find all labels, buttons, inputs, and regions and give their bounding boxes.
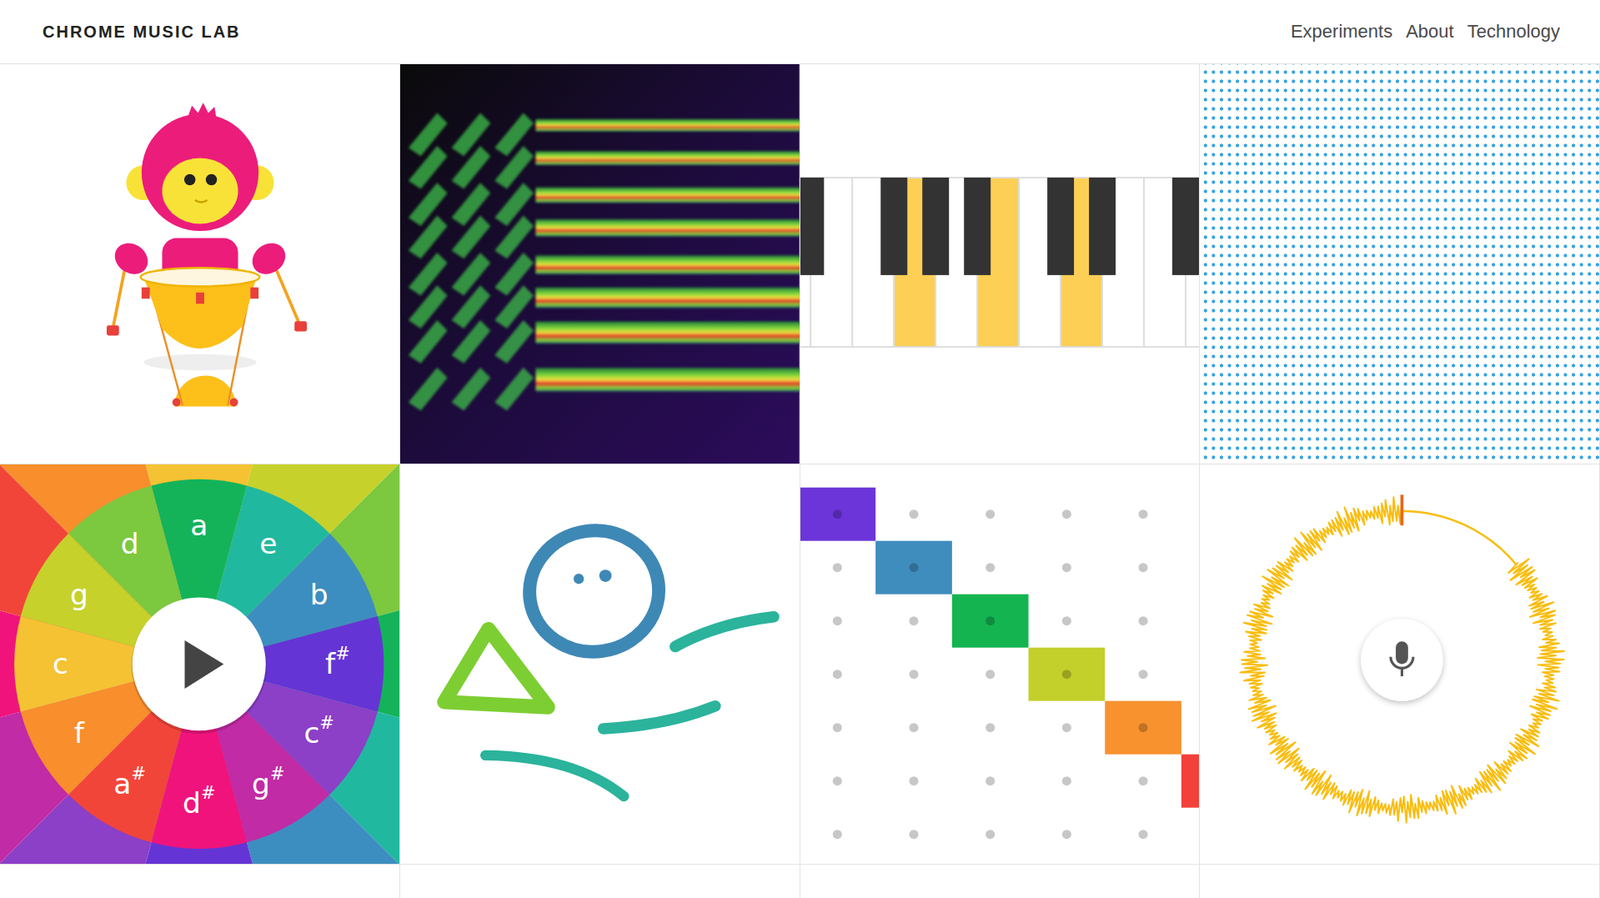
grid-dot[interactable] xyxy=(908,669,918,679)
monkey-drummer-icon xyxy=(0,64,400,464)
grid-dot[interactable] xyxy=(1138,829,1148,839)
grid-dot[interactable] xyxy=(832,562,842,572)
grid-dot[interactable] xyxy=(1138,722,1148,733)
experiment-tile[interactable] xyxy=(800,864,1201,898)
grid-dot[interactable] xyxy=(1061,669,1071,679)
grid-dot[interactable] xyxy=(832,776,842,786)
grid-dot[interactable] xyxy=(985,669,995,679)
arpeggios-tile[interactable]: a eb f# c# g# d# a# f c gd xyxy=(0,464,401,865)
chords-tile[interactable] xyxy=(800,64,1201,465)
chord-label[interactable]: f xyxy=(74,716,86,750)
grid-dot[interactable] xyxy=(832,829,842,839)
experiment-tile[interactable] xyxy=(1199,864,1600,898)
grid-dot[interactable] xyxy=(985,616,995,626)
chord-label[interactable]: a xyxy=(190,508,208,542)
grid-dot[interactable] xyxy=(1138,562,1148,572)
grid-dot[interactable] xyxy=(1061,829,1071,839)
kandinsky-drawing-icon xyxy=(400,464,800,864)
grid-dot[interactable] xyxy=(1061,509,1071,519)
grid-dot[interactable] xyxy=(1138,776,1148,786)
piano-black-key[interactable] xyxy=(1088,177,1116,276)
melody-note[interactable] xyxy=(1028,647,1105,701)
melody-maker-tile[interactable] xyxy=(800,464,1201,865)
chord-label[interactable]: e xyxy=(259,526,277,561)
grid-dot[interactable] xyxy=(1138,509,1148,519)
sound-waves-tile[interactable] xyxy=(1199,64,1600,465)
chord-label[interactable]: a# xyxy=(113,763,146,801)
play-icon[interactable] xyxy=(185,640,225,689)
grid-dot[interactable] xyxy=(908,722,918,733)
grid-dot[interactable] xyxy=(908,776,918,786)
grid-dot[interactable] xyxy=(985,562,995,572)
chord-wheel: a eb f# c# g# d# a# f c gd xyxy=(0,464,400,864)
melody-note[interactable] xyxy=(800,486,876,541)
melody-note[interactable] xyxy=(1180,753,1199,808)
voice-waveform xyxy=(1199,464,1600,864)
kandinsky-tile[interactable] xyxy=(400,464,801,865)
grid-dot[interactable] xyxy=(985,722,995,733)
chord-label[interactable]: f# xyxy=(325,643,351,681)
grid-dot[interactable] xyxy=(985,776,995,786)
microphone-icon[interactable] xyxy=(1390,641,1414,677)
grid-dot[interactable] xyxy=(1061,776,1071,786)
page: CHROME MUSIC LAB Experiments About Technolo… xyxy=(0,0,1600,898)
grid-dot[interactable] xyxy=(1138,669,1148,679)
rhythm-tile[interactable] xyxy=(0,64,401,465)
experiment-tile[interactable] xyxy=(0,864,401,898)
header: CHROME MUSIC LAB Experiments About Technolo… xyxy=(0,0,1600,65)
nav-link[interactable]: About xyxy=(1405,20,1455,43)
piano-black-key[interactable] xyxy=(963,177,991,276)
piano-black-key[interactable] xyxy=(880,177,908,276)
voice-spinner-tile[interactable] xyxy=(1199,464,1600,865)
melody-grid xyxy=(800,464,1200,864)
chord-label[interactable]: c# xyxy=(303,712,334,750)
spectrogram-tile[interactable] xyxy=(400,64,801,465)
nav: Experiments About Technology xyxy=(1290,20,1560,43)
melody-note[interactable] xyxy=(1104,700,1182,754)
spectrogram-icon xyxy=(400,64,800,464)
chord-label[interactable]: g# xyxy=(251,763,285,801)
grid-dot[interactable] xyxy=(985,829,995,839)
melody-note[interactable] xyxy=(875,540,953,594)
grid-dot[interactable] xyxy=(832,509,842,519)
experiment-tile[interactable] xyxy=(400,864,801,898)
experiment-grid: a eb f# c# g# d# a# f c gd xyxy=(0,64,1600,898)
playhead xyxy=(1400,494,1405,526)
grid-dot[interactable] xyxy=(1061,616,1071,626)
grid-dot[interactable] xyxy=(908,616,918,626)
grid-dot[interactable] xyxy=(985,509,995,519)
play-button[interactable] xyxy=(132,596,266,731)
chord-label[interactable]: b xyxy=(310,577,329,612)
grid-dot[interactable] xyxy=(1138,616,1148,626)
piano-black-key[interactable] xyxy=(800,177,824,276)
grid-dot[interactable] xyxy=(908,829,918,839)
grid-dot[interactable] xyxy=(832,722,842,733)
piano-black-key[interactable] xyxy=(1172,177,1199,276)
chord-label[interactable]: d# xyxy=(182,782,216,819)
grid-dot[interactable] xyxy=(832,669,842,679)
grid-dot[interactable] xyxy=(908,562,918,572)
piano-black-key[interactable] xyxy=(1047,177,1074,276)
chord-label[interactable]: d xyxy=(120,526,140,561)
piano-black-key[interactable] xyxy=(922,177,949,276)
mic-button[interactable] xyxy=(1360,618,1443,701)
grid-dot[interactable] xyxy=(908,509,918,519)
chord-label[interactable]: g xyxy=(70,577,89,612)
melody-note[interactable] xyxy=(951,593,1029,648)
sound-wave-dots xyxy=(1199,64,1600,464)
chord-label[interactable]: c xyxy=(52,647,69,681)
nav-link[interactable]: Technology xyxy=(1467,20,1560,43)
piano-keyboard xyxy=(800,64,1200,464)
logo[interactable]: CHROME MUSIC LAB xyxy=(42,22,241,42)
grid-dot[interactable] xyxy=(1061,562,1071,572)
grid-dot[interactable] xyxy=(1061,722,1071,733)
grid-dot[interactable] xyxy=(832,616,842,626)
nav-link[interactable]: Experiments xyxy=(1290,20,1393,43)
